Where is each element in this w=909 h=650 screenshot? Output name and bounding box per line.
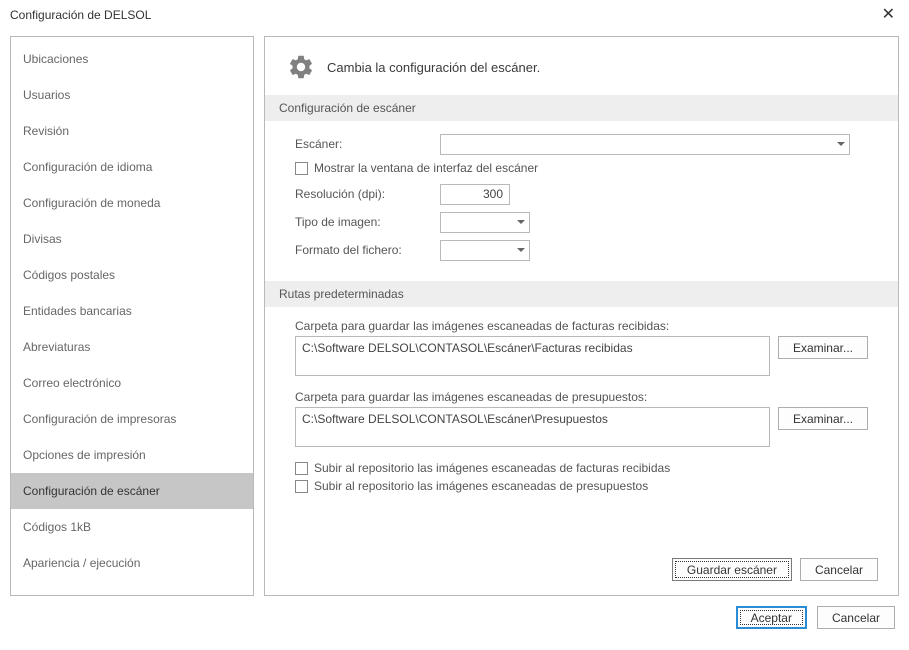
main-panel: Cambia la configuración del escáner. Con… (264, 36, 899, 596)
resolution-input[interactable] (440, 184, 510, 205)
titlebar: Configuración de DELSOL ✕ (0, 0, 909, 30)
sidebar-item-7[interactable]: Entidades bancarias (11, 293, 253, 329)
upload-invoices-label: Subir al repositorio las imágenes escane… (314, 461, 670, 475)
file-format-dropdown[interactable] (440, 240, 530, 261)
resolution-label: Resolución (dpi): (295, 187, 440, 201)
invoices-path-label: Carpeta para guardar las imágenes escane… (295, 319, 868, 333)
sidebar-item-13[interactable]: Códigos 1kB (11, 509, 253, 545)
sidebar-item-6[interactable]: Códigos postales (11, 257, 253, 293)
page-header-text: Cambia la configuración del escáner. (327, 60, 540, 75)
chevron-down-icon (517, 220, 525, 224)
browse-quotes-button[interactable]: Examinar... (778, 407, 868, 430)
sidebar-item-3[interactable]: Configuración de idioma (11, 149, 253, 185)
window-title: Configuración de DELSOL (10, 8, 151, 22)
image-type-dropdown[interactable] (440, 212, 530, 233)
scanner-dropdown[interactable] (440, 134, 850, 155)
upload-quotes-label: Subir al repositorio las imágenes escane… (314, 479, 648, 493)
sidebar-item-5[interactable]: Divisas (11, 221, 253, 257)
chevron-down-icon (837, 142, 845, 146)
dialog-cancel-button[interactable]: Cancelar (817, 606, 895, 629)
sidebar-item-1[interactable]: Usuarios (11, 77, 253, 113)
sidebar-item-11[interactable]: Opciones de impresión (11, 437, 253, 473)
section-header-scanner-config: Configuración de escáner (265, 95, 898, 121)
sidebar-item-14[interactable]: Apariencia / ejecución (11, 545, 253, 581)
show-interface-checkbox[interactable] (295, 162, 308, 175)
sidebar-item-12[interactable]: Configuración de escáner (11, 473, 253, 509)
image-type-label: Tipo de imagen: (295, 215, 440, 229)
sidebar-item-10[interactable]: Configuración de impresoras (11, 401, 253, 437)
sidebar-item-9[interactable]: Correo electrónico (11, 365, 253, 401)
accept-button[interactable]: Aceptar (736, 606, 807, 629)
gear-icon (287, 53, 315, 81)
sidebar-item-2[interactable]: Revisión (11, 113, 253, 149)
sidebar-item-4[interactable]: Configuración de moneda (11, 185, 253, 221)
quotes-path-label: Carpeta para guardar las imágenes escane… (295, 390, 868, 404)
file-format-label: Formato del fichero: (295, 243, 440, 257)
show-interface-label: Mostrar la ventana de interfaz del escán… (314, 161, 538, 175)
panel-cancel-button[interactable]: Cancelar (800, 558, 878, 581)
chevron-down-icon (517, 248, 525, 252)
sidebar: UbicacionesUsuariosRevisiónConfiguración… (10, 36, 254, 596)
scanner-label: Escáner: (295, 137, 440, 151)
sidebar-item-0[interactable]: Ubicaciones (11, 41, 253, 77)
sidebar-item-8[interactable]: Abreviaturas (11, 329, 253, 365)
browse-invoices-button[interactable]: Examinar... (778, 336, 868, 359)
save-scanner-button[interactable]: Guardar escáner (672, 558, 792, 581)
upload-quotes-checkbox[interactable] (295, 480, 308, 493)
close-icon[interactable]: ✕ (876, 5, 901, 25)
section-header-default-paths: Rutas predeterminadas (265, 281, 898, 307)
upload-invoices-checkbox[interactable] (295, 462, 308, 475)
invoices-path-input[interactable]: C:\Software DELSOL\CONTASOL\Escáner\Fact… (295, 336, 770, 376)
quotes-path-input[interactable]: C:\Software DELSOL\CONTASOL\Escáner\Pres… (295, 407, 770, 447)
